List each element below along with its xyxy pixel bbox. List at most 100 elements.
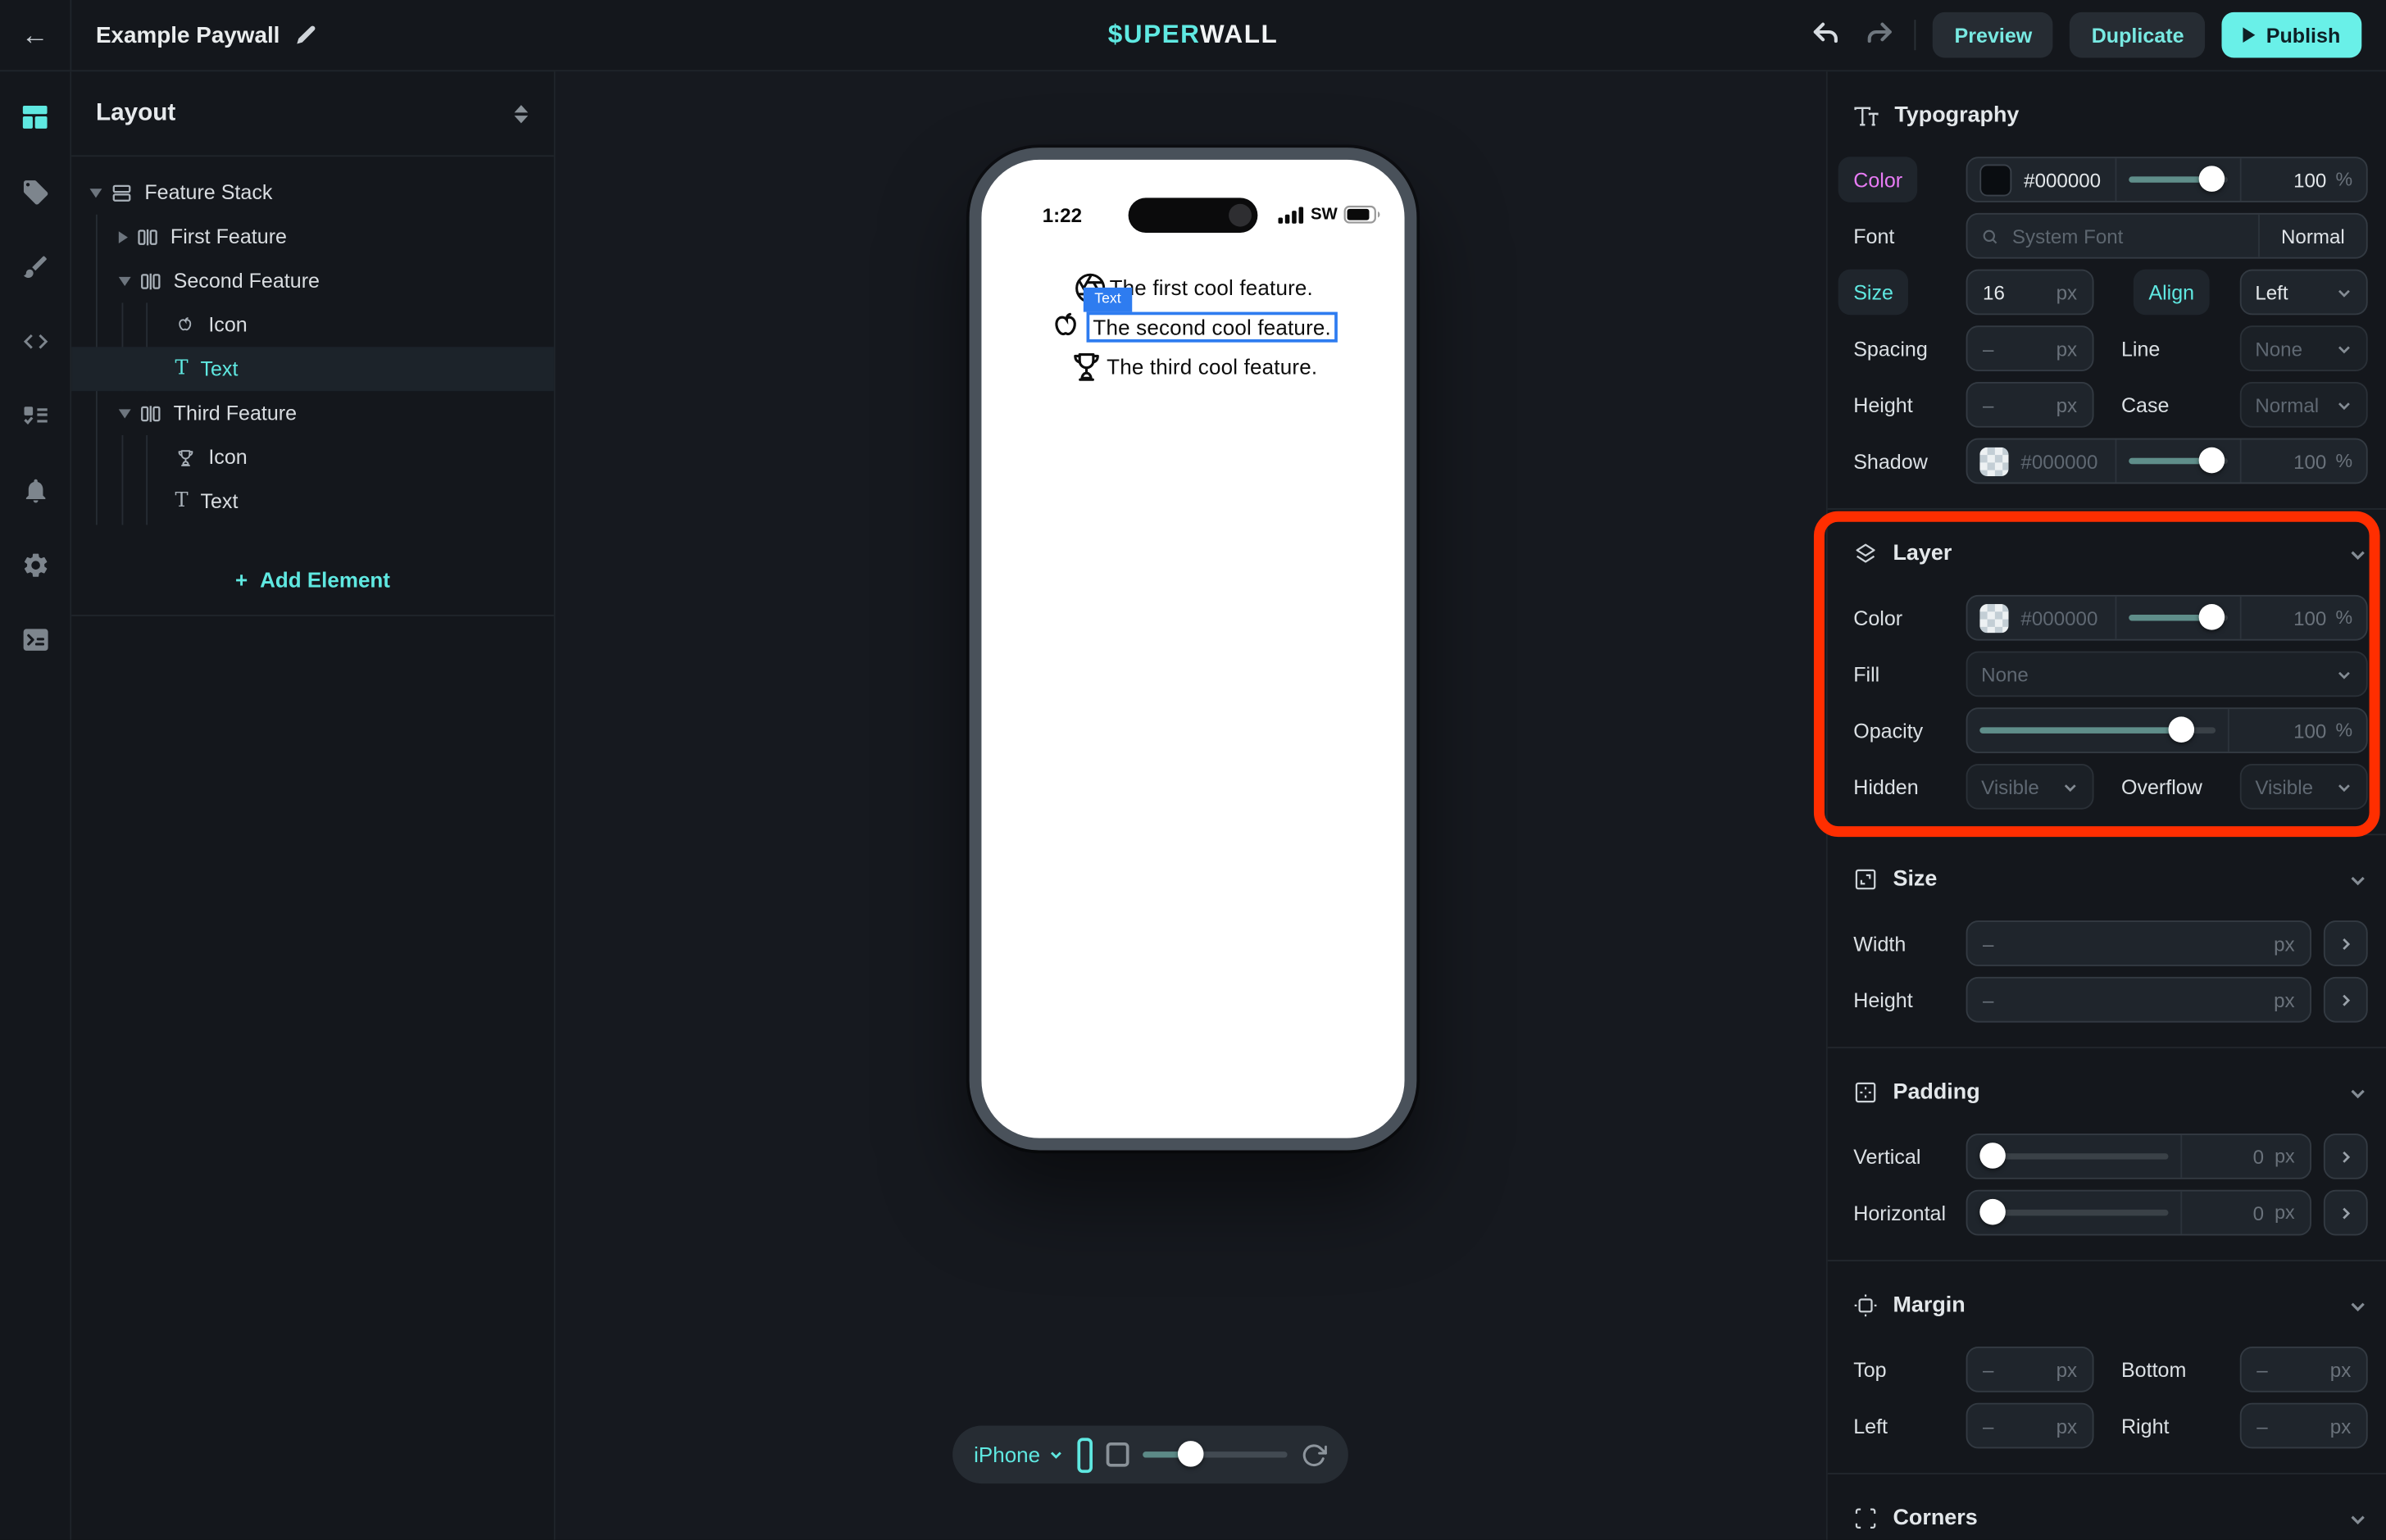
sidebar-item-products[interactable] [9, 166, 61, 217]
opacity-label: Opacity [1853, 719, 1966, 742]
add-element-button[interactable]: + Add Element [71, 545, 554, 616]
horizontal-padding-value[interactable]: 0 px [2180, 1192, 2310, 1234]
font-search-input[interactable] [2009, 223, 2244, 249]
edit-title-pencil-icon[interactable] [295, 25, 316, 46]
sidebar-item-code[interactable] [9, 315, 61, 366]
hidden-dropdown[interactable]: Visible [1966, 764, 2094, 810]
shadow-alpha-value[interactable]: 100 % [2240, 440, 2366, 483]
height-expand-button[interactable] [2324, 977, 2368, 1023]
font-search-field[interactable] [1967, 215, 2258, 257]
width-expand-button[interactable] [2324, 920, 2368, 966]
feature-row-third[interactable]: The third cool feature. [1069, 348, 1318, 385]
tree-row-icon-apple[interactable]: Icon [71, 302, 554, 347]
shadow-control: #000000 100 % [1966, 438, 2368, 484]
size-section-header[interactable]: Size [1853, 858, 2367, 901]
device-selector[interactable]: iPhone [974, 1442, 1063, 1467]
undo-button[interactable] [1808, 16, 1845, 53]
layers-icon [1853, 542, 1878, 566]
letter-spacing-input[interactable]: – px [1966, 325, 2094, 371]
line-height-input[interactable]: – px [1966, 382, 2094, 428]
duplicate-button[interactable]: Duplicate [2070, 12, 2206, 58]
typography-section-header[interactable]: Typography [1853, 94, 2367, 137]
margin-bottom-input[interactable]: – px [2240, 1347, 2368, 1392]
tree-row-icon-trophy[interactable]: Icon [71, 435, 554, 479]
tree-row-third-feature[interactable]: Third Feature [71, 391, 554, 435]
fill-dropdown[interactable]: None [1966, 652, 2368, 697]
redo-button[interactable] [1861, 16, 1898, 53]
sidebar-item-checklist[interactable] [9, 389, 61, 441]
margin-icon [1853, 1293, 1878, 1318]
preview-button[interactable]: Preview [1934, 12, 2054, 58]
align-label[interactable]: Align [2134, 270, 2210, 316]
chevron-down-icon[interactable] [2348, 544, 2368, 564]
transparent-swatch[interactable] [1979, 447, 2008, 475]
sidebar-item-layout[interactable] [9, 91, 61, 143]
tree-row-feature-stack[interactable]: Feature Stack [71, 170, 554, 215]
layer-color-hex-field[interactable]: #000000 [1967, 597, 2115, 639]
chevron-down-icon[interactable] [2348, 1083, 2368, 1102]
font-size-input[interactable]: 16 px [1966, 270, 2094, 316]
publish-button[interactable]: Publish [2222, 12, 2361, 58]
width-input[interactable]: – px [1966, 920, 2311, 966]
chevron-right-icon[interactable] [119, 230, 128, 243]
sidebar-item-settings[interactable] [9, 538, 61, 590]
vertical-padding-expand-button[interactable] [2324, 1133, 2368, 1179]
line-dropdown[interactable]: None [2240, 325, 2368, 371]
feature-row-second[interactable]: Text The second cool feature. [1049, 309, 1338, 346]
tree-row-text[interactable]: T Text [71, 479, 554, 524]
align-dropdown[interactable]: Left [2240, 270, 2368, 316]
layout-panel: Layout Feature Stack [71, 71, 555, 1540]
tree-row-second-feature[interactable]: Second Feature [71, 259, 554, 303]
chevron-down-icon[interactable] [2348, 870, 2368, 889]
margin-left-input[interactable]: – px [1966, 1403, 2094, 1449]
sidebar-item-notifications[interactable] [9, 464, 61, 516]
case-dropdown[interactable]: Normal [2240, 382, 2368, 428]
padding-section-header[interactable]: Padding [1853, 1071, 2367, 1114]
layer-section-header[interactable]: Layer [1853, 533, 2367, 575]
overflow-dropdown[interactable]: Visible [2240, 764, 2368, 810]
sort-layers-icon[interactable] [513, 102, 529, 124]
back-button[interactable]: ← [0, 0, 71, 70]
spacing-label: Spacing [1853, 337, 1966, 360]
opacity-slider[interactable] [1967, 709, 2227, 752]
margin-right-input[interactable]: – px [2240, 1403, 2368, 1449]
layer-color-alpha-value[interactable]: 100 % [2240, 597, 2366, 639]
font-size-label[interactable]: Size [1838, 270, 1909, 316]
shadow-alpha-slider[interactable] [2116, 440, 2240, 483]
layer-color-alpha-slider[interactable] [2116, 597, 2240, 639]
chevron-down-icon[interactable] [119, 408, 131, 417]
vertical-padding-value[interactable]: 0 px [2180, 1135, 2310, 1178]
corners-section-header[interactable]: Corners [1853, 1497, 2367, 1540]
sidebar-item-theme[interactable] [9, 240, 61, 292]
font-weight-selector[interactable]: Normal [2258, 215, 2366, 257]
tree-row-text-selected[interactable]: T Text [71, 347, 554, 391]
margin-top-input[interactable]: – px [1966, 1347, 2094, 1392]
color-alpha-slider[interactable] [2116, 158, 2240, 201]
color-swatch[interactable] [1979, 164, 2011, 196]
height-input[interactable]: – px [1966, 977, 2311, 1023]
landscape-icon[interactable] [1107, 1442, 1129, 1467]
zoom-slider[interactable] [1143, 1441, 1287, 1468]
text-color-label[interactable]: Color [1838, 157, 1918, 202]
refresh-icon[interactable] [1301, 1442, 1327, 1468]
opacity-value[interactable]: 100 % [2228, 709, 2366, 752]
vertical-padding-slider[interactable] [1967, 1135, 2180, 1178]
transparent-swatch[interactable] [1979, 603, 2008, 632]
horizontal-padding-expand-button[interactable] [2324, 1190, 2368, 1236]
horizontal-padding-slider[interactable] [1967, 1192, 2180, 1234]
tree-row-first-feature[interactable]: First Feature [71, 215, 554, 259]
shadow-hex-field[interactable]: #000000 [1967, 440, 2115, 483]
chevron-down-icon[interactable] [2348, 1296, 2368, 1315]
sidebar-item-console[interactable] [9, 613, 61, 665]
chevron-down-icon[interactable] [90, 188, 102, 197]
vertical-padding-control: 0 px [1966, 1133, 2311, 1179]
chevron-down-icon[interactable] [119, 276, 131, 285]
portrait-icon[interactable] [1077, 1437, 1093, 1472]
search-icon [1981, 226, 1998, 246]
margin-section-header[interactable]: Margin [1853, 1284, 2367, 1327]
zoom-slider-knob[interactable] [1179, 1441, 1205, 1467]
color-hex-field[interactable]: #000000 [1967, 158, 2115, 201]
color-alpha-value[interactable]: 100 % [2240, 158, 2366, 201]
selected-text-element[interactable]: The second cool feature. [1087, 312, 1337, 343]
chevron-down-icon[interactable] [2348, 1509, 2368, 1529]
